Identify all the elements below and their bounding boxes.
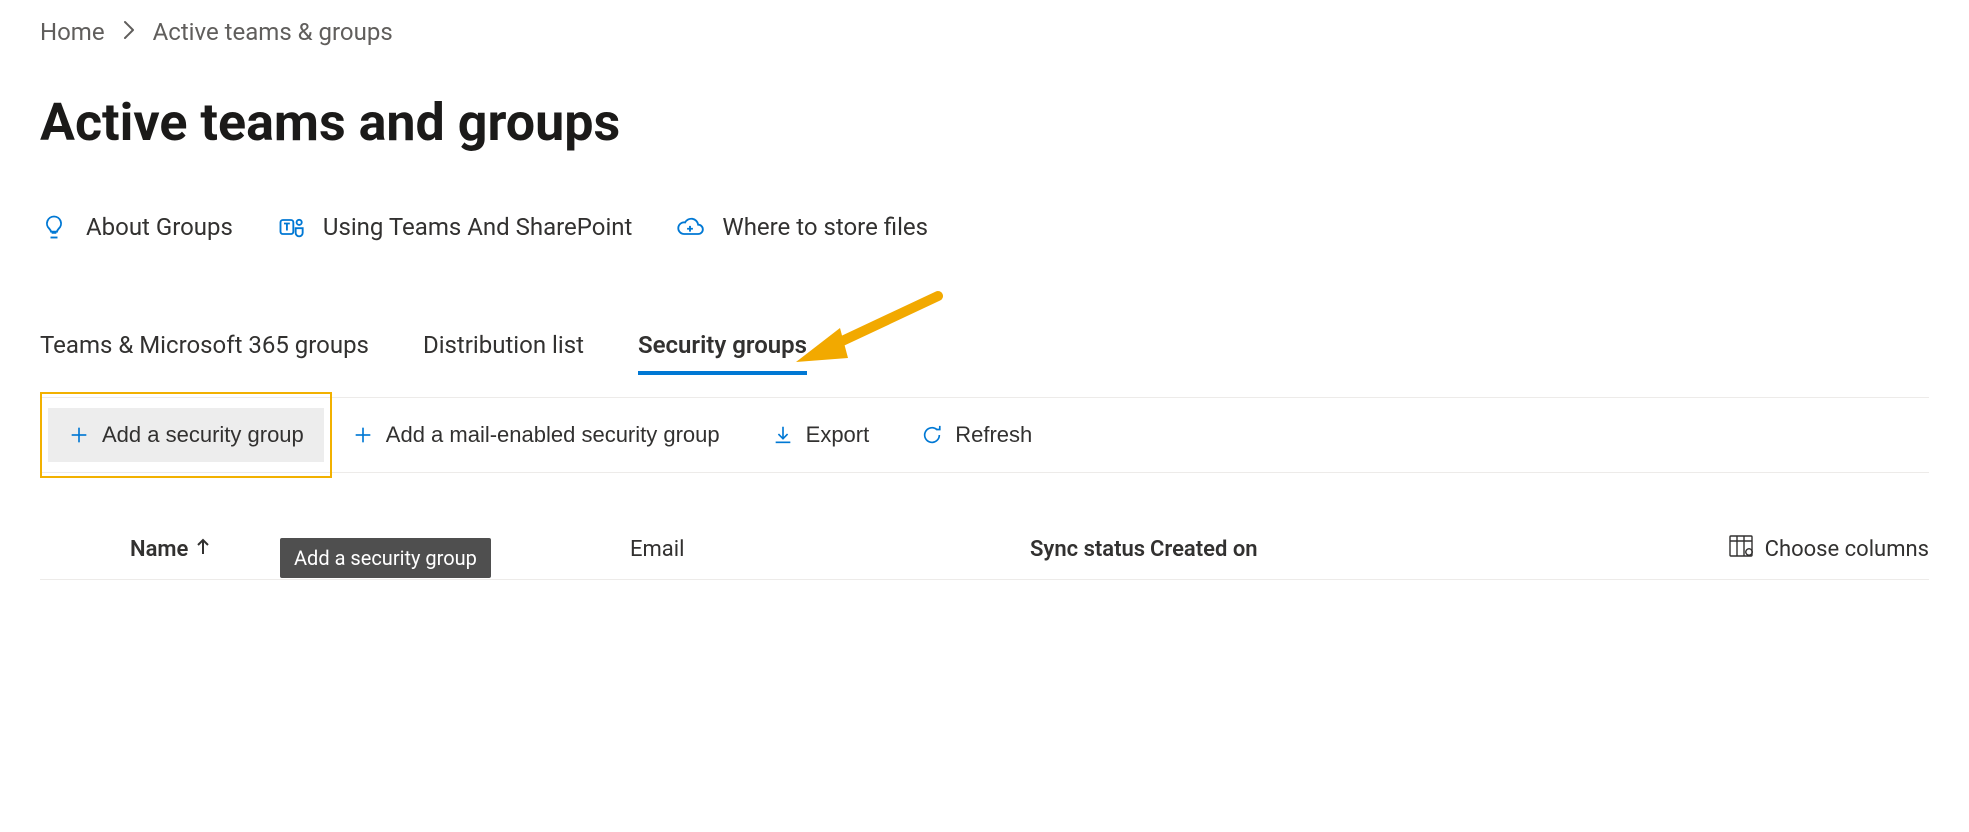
tab-teams-365-groups[interactable]: Teams & Microsoft 365 groups [40, 331, 369, 375]
annotation-highlight: Add a security group [40, 392, 332, 478]
info-links-row: About Groups Using Teams And SharePoint … [40, 213, 1929, 241]
about-groups-label: About Groups [86, 213, 233, 241]
column-name-label: Name [130, 537, 188, 562]
page-title: Active teams and groups [40, 92, 1929, 153]
column-header-created-on[interactable]: Created on [1150, 537, 1370, 562]
cloud-plus-icon [676, 213, 704, 241]
sort-ascending-icon [196, 537, 210, 562]
add-mail-enabled-security-group-button[interactable]: Add a mail-enabled security group [332, 408, 740, 462]
add-security-group-label: Add a security group [102, 422, 304, 448]
export-button[interactable]: Export [752, 408, 890, 462]
tab-security-groups[interactable]: Security groups [638, 331, 807, 375]
tab-distribution-list[interactable]: Distribution list [423, 331, 584, 375]
refresh-label: Refresh [955, 422, 1032, 448]
add-mail-enabled-security-group-label: Add a mail-enabled security group [386, 422, 720, 448]
download-icon [772, 424, 794, 446]
column-header-sync-status[interactable]: Sync status [1030, 537, 1150, 562]
columns-icon [1729, 535, 1753, 563]
tooltip-add-security-group: Add a security group [280, 538, 491, 578]
about-groups-link[interactable]: About Groups [40, 213, 233, 241]
breadcrumb-home[interactable]: Home [40, 18, 105, 46]
breadcrumb: Home Active teams & groups [40, 18, 1929, 46]
where-store-files-label: Where to store files [722, 213, 928, 241]
teams-icon [277, 213, 305, 241]
tabs-row: Teams & Microsoft 365 groups Distributio… [40, 331, 1929, 375]
breadcrumb-current: Active teams & groups [153, 18, 393, 46]
refresh-button[interactable]: Refresh [901, 408, 1052, 462]
export-label: Export [806, 422, 870, 448]
using-teams-sharepoint-label: Using Teams And SharePoint [323, 213, 633, 241]
choose-columns-label: Choose columns [1765, 537, 1929, 562]
using-teams-sharepoint-link[interactable]: Using Teams And SharePoint [277, 213, 633, 241]
add-security-group-button[interactable]: Add a security group [48, 408, 324, 462]
column-header-email[interactable]: Email [630, 537, 1030, 562]
plus-icon [68, 424, 90, 446]
choose-columns-button[interactable]: Choose columns [1729, 535, 1929, 563]
command-bar: Add a security group Add a mail-enabled … [40, 397, 1929, 473]
refresh-icon [921, 424, 943, 446]
lightbulb-icon [40, 213, 68, 241]
where-store-files-link[interactable]: Where to store files [676, 213, 928, 241]
chevron-right-icon [123, 18, 135, 46]
plus-icon [352, 424, 374, 446]
